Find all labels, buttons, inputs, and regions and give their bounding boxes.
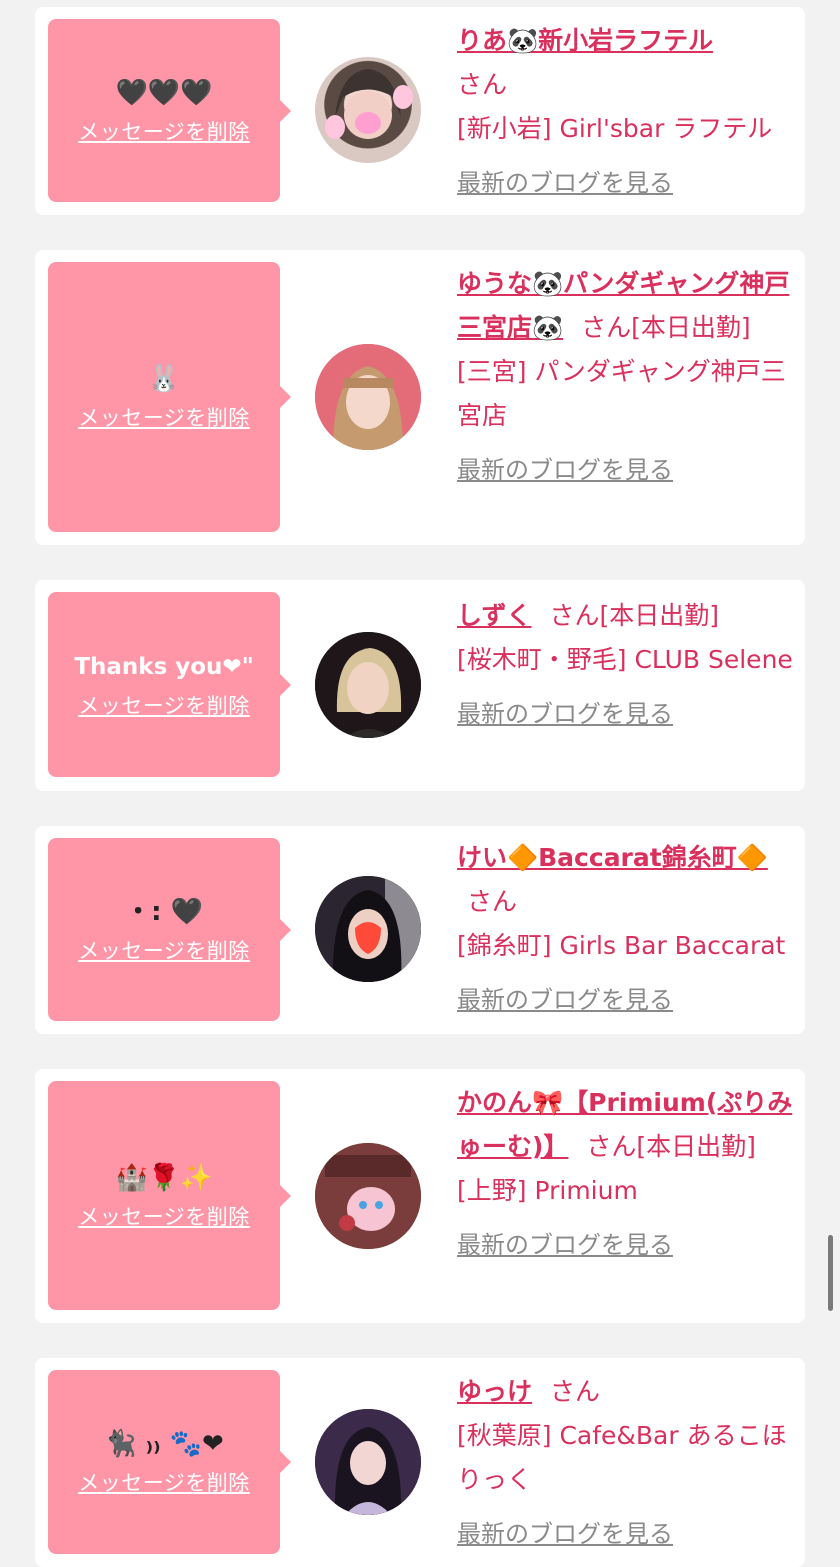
- honorific: さん: [549, 601, 600, 630]
- shop-text: [桜木町・野毛] CLUB Selene: [457, 645, 793, 674]
- avatar-image: [325, 69, 413, 139]
- info: けい🔶Baccarat錦糸町🔶 さん [錦糸町] Girls Bar Bacca…: [457, 836, 793, 1022]
- delete-message-link[interactable]: メッセージを削除: [78, 116, 250, 146]
- message-bubble: 🏰🌹✨ メッセージを削除: [48, 1081, 291, 1310]
- info: ゆうな🐼パンダギャング神戸三宮店🐼 さん[本日出勤] [三宮] パンダギャング神…: [457, 262, 793, 492]
- scrollbar[interactable]: [828, 1235, 833, 1311]
- message-card: 🐈‍⬛ ₎₎ 🐾❤ メッセージを削除 ゆっけ さん [秋葉原] Cafe&Bar…: [35, 1358, 805, 1567]
- shop-text: [新小岩] Girl'sbar ラフテル: [457, 114, 773, 143]
- info: りあ🐼新小岩ラフテル さん [新小岩] Girl'sbar ラフテル 最新のブロ…: [457, 19, 793, 205]
- shop-text: [上野] Primium: [457, 1176, 638, 1205]
- honorific: さん: [549, 1377, 600, 1406]
- latest-blog-link[interactable]: 最新のブログを見る: [457, 161, 793, 205]
- latest-blog-link[interactable]: 最新のブログを見る: [457, 692, 793, 736]
- delete-message-link[interactable]: メッセージを削除: [78, 402, 250, 432]
- message-bubble: 🐰 メッセージを削除: [48, 262, 291, 532]
- info: しずく さん[本日出勤] [桜木町・野毛] CLUB Selene 最新のブログ…: [457, 594, 793, 736]
- message-text: Thanks you❤": [74, 653, 254, 680]
- message-bubble: 🐈‍⬛ ₎₎ 🐾❤ メッセージを削除: [48, 1370, 291, 1554]
- delete-message-link[interactable]: メッセージを削除: [78, 1201, 250, 1231]
- cast-name-link[interactable]: しずく: [457, 601, 532, 630]
- attendance-text: [本日出勤]: [631, 313, 751, 342]
- delete-message-link[interactable]: メッセージを削除: [78, 1467, 250, 1497]
- message-text: 🏰🌹✨: [115, 1162, 213, 1193]
- avatar[interactable]: [315, 344, 421, 450]
- avatar-image: [315, 344, 421, 450]
- avatar-image: [315, 876, 421, 982]
- avatar-image: [315, 1409, 421, 1515]
- latest-blog-link[interactable]: 最新のブログを見る: [457, 1512, 793, 1556]
- message-text: 🐰: [147, 364, 181, 394]
- avatar-image: [315, 1143, 421, 1249]
- message-text: ・: 🖤: [125, 896, 203, 927]
- avatar[interactable]: [315, 57, 421, 163]
- message-card: ・: 🖤 メッセージを削除 けい🔶Baccarat錦糸町🔶 さん [錦糸町] G…: [35, 826, 805, 1034]
- attendance-text: [本日出勤]: [636, 1132, 756, 1161]
- message-card: Thanks you❤" メッセージを削除 しずく さん[本日出勤] [桜木町・…: [35, 580, 805, 791]
- message-card: 🐰 メッセージを削除 ゆうな🐼パンダギャング神戸三宮店🐼 さん[本日出勤] [三…: [35, 250, 805, 545]
- shop-text: [錦糸町] Girls Bar Baccarat: [457, 931, 786, 960]
- honorific: さん: [581, 313, 632, 342]
- cast-name-link[interactable]: ゆっけ: [457, 1377, 532, 1406]
- shop-text: [三宮] パンダギャング神戸三宮店: [457, 357, 786, 430]
- delete-message-link[interactable]: メッセージを削除: [78, 935, 250, 965]
- honorific: さん: [467, 887, 518, 916]
- avatar[interactable]: [315, 1409, 421, 1515]
- latest-blog-link[interactable]: 最新のブログを見る: [457, 448, 793, 492]
- honorific: さん: [457, 70, 508, 99]
- avatar-image: [315, 632, 421, 738]
- avatar[interactable]: [315, 632, 421, 738]
- latest-blog-link[interactable]: 最新のブログを見る: [457, 978, 793, 1022]
- message-card: 🖤🖤🖤 メッセージを削除 りあ🐼新小岩ラフテル さん [新小岩] Girl'sb…: [35, 7, 805, 215]
- delete-message-link[interactable]: メッセージを削除: [78, 690, 250, 720]
- shop-text: [秋葉原] Cafe&Bar あるこほりっく: [457, 1421, 787, 1494]
- info: ゆっけ さん [秋葉原] Cafe&Bar あるこほりっく 最新のブログを見る: [457, 1370, 793, 1556]
- message-bubble: ・: 🖤 メッセージを削除: [48, 838, 291, 1021]
- message-text: 🐈‍⬛ ₎₎ 🐾❤: [104, 1429, 224, 1459]
- avatar[interactable]: [315, 1143, 421, 1249]
- avatar[interactable]: [315, 876, 421, 982]
- message-bubble: Thanks you❤" メッセージを削除: [48, 592, 291, 777]
- cast-name-link[interactable]: りあ🐼新小岩ラフテル: [457, 26, 713, 55]
- message-text: 🖤🖤🖤: [115, 77, 213, 108]
- cast-name-link[interactable]: けい🔶Baccarat錦糸町🔶: [457, 843, 768, 872]
- message-card: 🏰🌹✨ メッセージを削除 かのん🎀【Primium(ぷりみゅーむ)】 さん[本日…: [35, 1069, 805, 1323]
- info: かのん🎀【Primium(ぷりみゅーむ)】 さん[本日出勤] [上野] Prim…: [457, 1081, 793, 1267]
- attendance-text: [本日出勤]: [599, 601, 719, 630]
- latest-blog-link[interactable]: 最新のブログを見る: [457, 1223, 793, 1267]
- message-bubble: 🖤🖤🖤 メッセージを削除: [48, 19, 291, 202]
- honorific: さん: [586, 1132, 637, 1161]
